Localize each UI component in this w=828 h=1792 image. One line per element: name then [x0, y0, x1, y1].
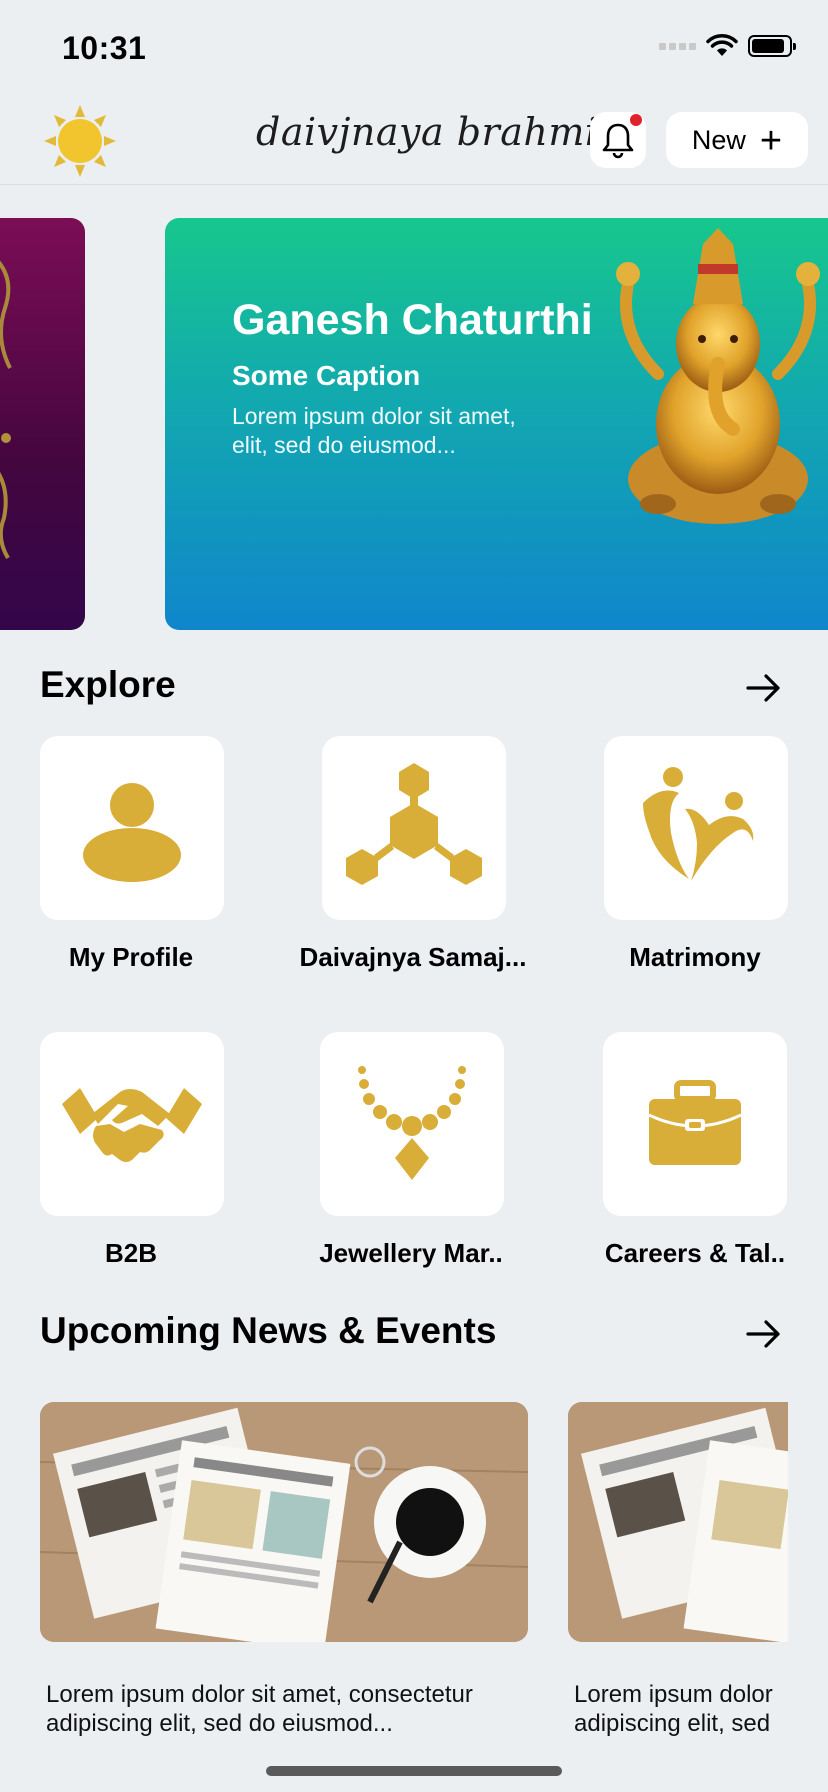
notification-badge: [630, 114, 642, 126]
news-title: Upcoming News & Events: [40, 1310, 497, 1351]
banner-card-previous[interactable]: [0, 218, 85, 630]
explore-label: Jewellery Mar..: [319, 1238, 503, 1268]
hexagon-network-icon: [346, 763, 482, 885]
banner-card[interactable]: Ganesh Chaturthi Some Caption Lorem ipsu…: [165, 218, 828, 630]
plus-icon: +: [759, 120, 783, 162]
explore-label: Daivajnya Samaj...: [299, 942, 527, 972]
banner-title: Ganesh Chaturthi: [232, 296, 593, 344]
cellular-signal-icon: [659, 42, 696, 50]
explore-tile-samaj[interactable]: [322, 736, 506, 920]
notifications-button[interactable]: [590, 112, 646, 168]
heart-couple-icon: [643, 767, 754, 881]
explore-tile-matrimony[interactable]: [604, 736, 788, 920]
new-button-label: New: [691, 124, 746, 155]
wifi-icon: [706, 34, 738, 56]
news-summary: Lorem ipsum dolor adipiscing elit, sed: [574, 1681, 773, 1737]
handshake-icon: [62, 1088, 202, 1162]
explore-label: Careers & Tal..: [604, 1238, 786, 1268]
explore-label: B2B: [104, 1238, 157, 1268]
explore-tile-my-profile[interactable]: [40, 736, 224, 920]
explore-label: Matrimony: [629, 942, 761, 972]
explore-arrow-icon[interactable]: [744, 668, 784, 708]
explore-tile-b2b[interactable]: [40, 1032, 224, 1216]
necklace-icon: [358, 1066, 466, 1180]
news-summary: Lorem ipsum dolor sit amet, consectetur …: [46, 1681, 473, 1737]
home-indicator[interactable]: [266, 1766, 562, 1776]
status-time: 10:31: [62, 30, 147, 66]
banner-caption: Some Caption: [232, 360, 421, 391]
explore-title: Explore: [40, 664, 176, 705]
news-card[interactable]: Lorem ipsum dolor adipiscing elit, sed: [568, 1402, 788, 1742]
status-icons: [659, 34, 796, 58]
explore-label: My Profile: [68, 942, 194, 972]
brand-title: daivjnaya brahmin: [256, 110, 623, 154]
deity-image-partial: [0, 260, 12, 560]
news-image: [568, 1402, 788, 1642]
new-button[interactable]: New +: [666, 112, 808, 168]
battery-icon: [748, 35, 796, 57]
person-icon: [83, 783, 181, 882]
banner-description: Lorem ipsum dolor sit amet, elit, sed do…: [232, 403, 516, 458]
explore-tile-careers[interactable]: [603, 1032, 787, 1216]
news-card[interactable]: Lorem ipsum dolor sit amet, consectetur …: [40, 1402, 528, 1742]
news-image: [40, 1402, 528, 1642]
ganesh-image: [616, 228, 820, 524]
explore-tile-jewellery[interactable]: [320, 1032, 504, 1216]
bell-icon: [602, 123, 634, 159]
briefcase-icon: [648, 1080, 742, 1165]
news-arrow-icon[interactable]: [744, 1314, 784, 1354]
sun-logo-icon[interactable]: [42, 103, 118, 179]
